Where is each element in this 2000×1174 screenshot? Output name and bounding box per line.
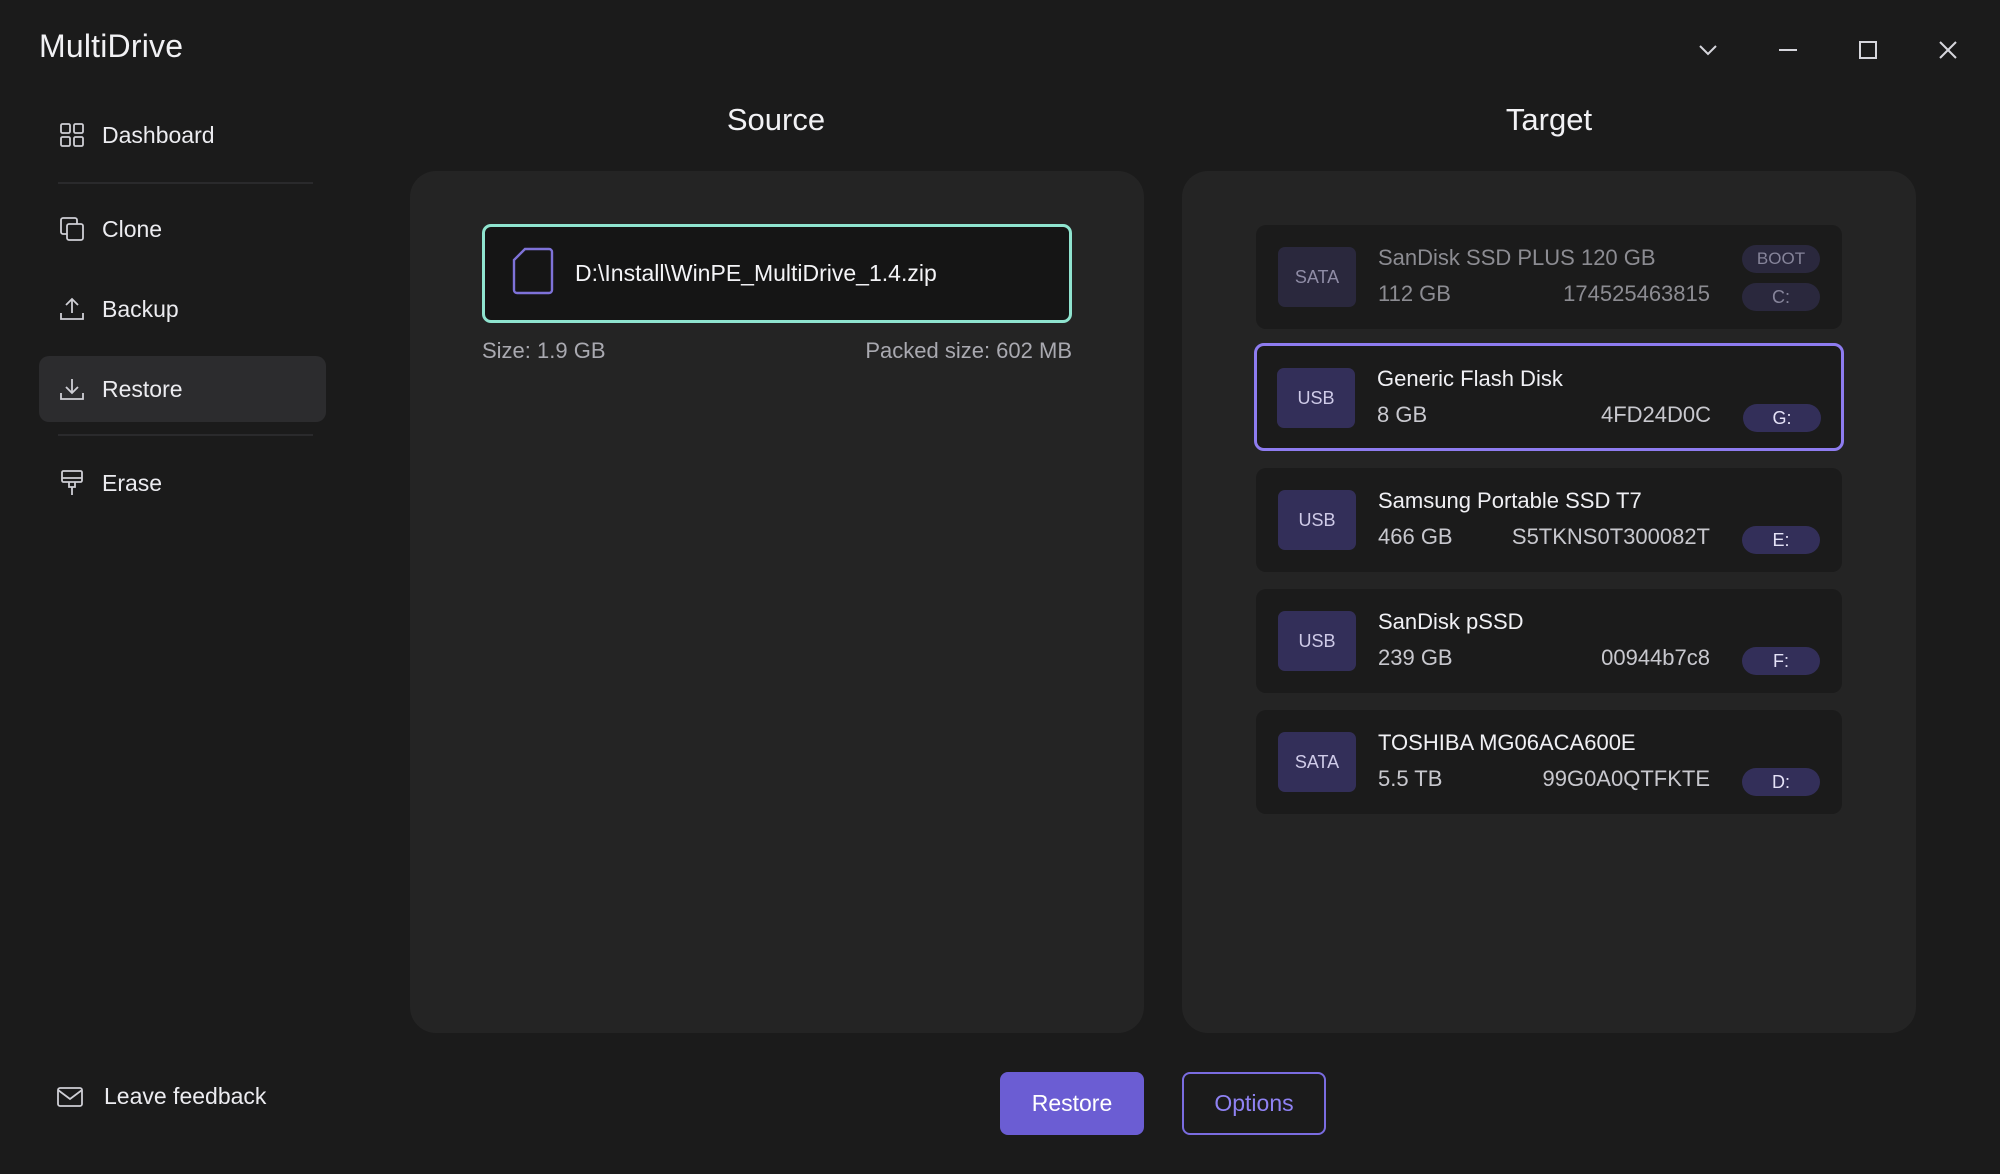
sidebar-item-label: Restore [102,375,183,402]
drive-capacity: 8 GB [1377,402,1428,427]
drive-capacity: 5.5 TB [1378,766,1443,791]
drive-letter-badge: G: [1743,404,1821,432]
interface-badge: SATA [1278,732,1356,792]
source-file-path: D:\Install\WinPE_MultiDrive_1.4.zip [575,260,937,286]
chevron-down-icon[interactable] [1688,30,1728,70]
download-icon [57,374,87,404]
drive-item-samsung-t7[interactable]: USB Samsung Portable SSD T7 466 GB S5TKN… [1256,468,1842,572]
drive-name: Generic Flash Disk [1377,366,1563,391]
source-size: Size: 1.9 GB [482,338,606,363]
source-packed-size: Packed size: 602 MB [865,338,1072,363]
drive-name: SanDisk pSSD [1378,609,1524,634]
drive-name: SanDisk SSD PLUS 120 GB [1378,245,1656,270]
drive-letter-badge: F: [1742,647,1820,675]
maximize-icon[interactable] [1848,30,1888,70]
sidebar-item-erase[interactable]: Erase [39,450,326,516]
interface-badge: USB [1277,368,1355,428]
sidebar-divider [58,434,313,436]
sidebar-item-clone[interactable]: Clone [39,196,326,262]
drive-serial: 4FD24D0C [1600,402,1711,427]
sidebar-item-backup[interactable]: Backup [39,276,326,342]
feedback-label: Leave feedback [104,1083,267,1109]
drive-letter-badge: C: [1742,283,1820,311]
sidebar-divider [58,182,313,184]
mail-icon [57,1086,83,1107]
grid-icon [57,120,87,150]
sidebar-item-label: Backup [102,295,179,322]
app-title: MultiDrive [39,28,184,64]
target-panel: SATA SanDisk SSD PLUS 120 GB 112 GB 1745… [1182,171,1916,1033]
drive-item-sandisk-ssd-plus: SATA SanDisk SSD PLUS 120 GB 112 GB 1745… [1256,225,1842,329]
sidebar-item-label: Dashboard [102,121,215,148]
copy-icon [57,214,87,244]
file-icon [511,246,555,301]
drive-letter-badge: E: [1742,526,1820,554]
app-window: MultiDrive Dashboard Clone Backup Restor… [0,0,2000,1174]
drive-letter-badge: D: [1742,768,1820,796]
interface-badge: USB [1278,611,1356,671]
drive-item-sandisk-pssd[interactable]: USB SanDisk pSSD 239 GB 00944b7c8 F: [1256,589,1842,693]
source-panel: D:\Install\WinPE_MultiDrive_1.4.zip Size… [410,171,1144,1033]
sidebar-item-label: Clone [102,215,163,242]
drive-name: Samsung Portable SSD T7 [1378,488,1642,513]
drive-serial: S5TKNS0T300082T [1511,524,1710,549]
source-file-field[interactable]: D:\Install\WinPE_MultiDrive_1.4.zip [482,224,1072,323]
drive-item-generic-flash-disk[interactable]: USB Generic Flash Disk 8 GB 4FD24D0C G: [1254,343,1844,451]
source-title: Source [726,102,826,137]
options-button[interactable]: Options [1182,1072,1326,1135]
drive-capacity: 112 GB [1378,281,1451,306]
restore-button[interactable]: Restore [1000,1072,1144,1135]
drive-serial: 00944b7c8 [1601,645,1710,670]
leave-feedback-link[interactable]: Leave feedback [56,1083,266,1110]
drive-serial: 174525463815 [1563,281,1710,306]
upload-icon [57,294,87,324]
drive-serial: 99G0A0QTFKTE [1542,766,1710,791]
interface-badge: USB [1278,490,1356,550]
target-title: Target [1505,102,1593,137]
sidebar-item-dashboard[interactable]: Dashboard [39,102,326,168]
boot-badge: BOOT [1742,245,1820,273]
drive-capacity: 239 GB [1378,645,1453,670]
interface-badge: SATA [1278,247,1356,307]
drive-name: TOSHIBA MG06ACA600E [1378,730,1636,755]
sidebar-item-restore[interactable]: Restore [39,356,326,422]
minimize-icon[interactable] [1768,30,1808,70]
drive-capacity: 466 GB [1378,524,1453,549]
paint-brush-icon [57,468,87,498]
close-icon[interactable] [1928,30,1968,70]
drive-item-toshiba[interactable]: SATA TOSHIBA MG06ACA600E 5.5 TB 99G0A0QT… [1256,710,1842,814]
sidebar-item-label: Erase [102,469,163,496]
